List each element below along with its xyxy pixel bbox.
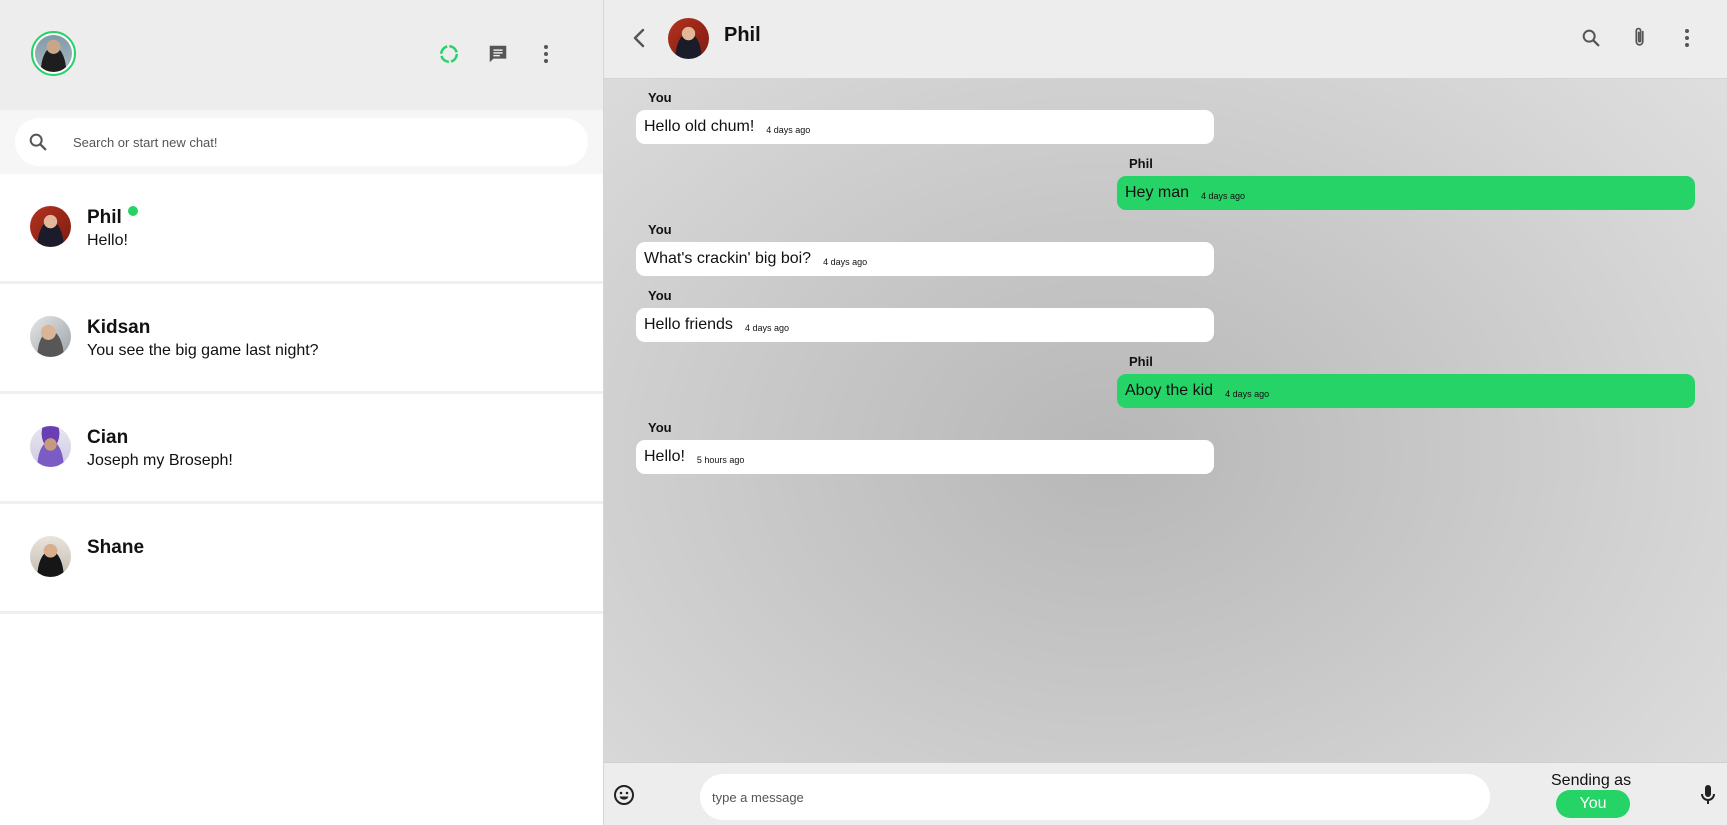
message-sender: You	[648, 420, 672, 435]
message-bubble: What's crackin' big boi? 4 days ago	[636, 242, 1214, 276]
message-sender: You	[648, 90, 672, 105]
chat-item-shane[interactable]: Shane	[0, 504, 603, 614]
message-text: Hey man	[1125, 184, 1190, 201]
avatar	[30, 536, 71, 577]
message-sender: You	[648, 288, 672, 303]
contact-avatar[interactable]	[668, 18, 709, 59]
message-text: What's crackin' big boi?	[644, 250, 812, 267]
message-text: Hello old chum!	[644, 118, 755, 135]
my-avatar[interactable]	[31, 31, 76, 76]
chat-last-message: Joseph my Broseph!	[87, 452, 233, 469]
message-time: 4 days ago	[744, 322, 789, 333]
search-input[interactable]	[73, 130, 573, 154]
kebab-menu-icon[interactable]	[534, 42, 558, 66]
conversation-panel: Phil You Hello old chum! 4 days ago Phil…	[604, 0, 1727, 825]
conversation-header: Phil	[604, 0, 1727, 79]
message-bubble: Hello old chum! 4 days ago	[636, 110, 1214, 144]
online-indicator	[128, 206, 138, 216]
avatar	[30, 316, 71, 357]
status-icon[interactable]	[437, 42, 461, 66]
message-list: You Hello old chum! 4 days ago Phil Hey …	[604, 80, 1727, 762]
chat-name: Shane	[87, 537, 145, 558]
message-bubble: Aboy the kid 4 days ago	[1117, 374, 1695, 408]
message-bubble: Hello! 5 hours ago	[636, 440, 1214, 474]
chevron-left-icon[interactable]	[629, 26, 649, 50]
chat-list: Phil Hello! Kidsan You see the big game …	[0, 174, 603, 614]
chat-name: Phil	[87, 207, 122, 228]
message-input[interactable]	[712, 786, 1472, 808]
message-text: Aboy the kid	[1125, 382, 1214, 399]
search-bar	[0, 110, 603, 174]
new-chat-icon[interactable]	[486, 42, 510, 66]
search-icon[interactable]	[1579, 26, 1603, 50]
paperclip-icon[interactable]	[1628, 26, 1652, 50]
message-sender: Phil	[1129, 156, 1153, 171]
chat-last-message: You see the big game last night?	[87, 342, 319, 359]
kebab-menu-icon[interactable]	[1675, 26, 1699, 50]
chat-item-phil[interactable]: Phil Hello!	[0, 174, 603, 284]
message-sender: You	[648, 222, 672, 237]
chat-name: Cian	[87, 427, 129, 448]
message-time: 5 hours ago	[696, 454, 745, 465]
message-composer: Sending as You	[604, 762, 1727, 825]
message-time: 4 days ago	[1225, 388, 1270, 399]
message-text: Hello!	[644, 448, 685, 465]
search-icon	[29, 133, 47, 151]
message-text: Hello friends	[644, 316, 733, 333]
my-avatar-image	[35, 35, 72, 72]
message-bubble: Hey man 4 days ago	[1117, 176, 1695, 210]
message-time: 4 days ago	[1201, 190, 1246, 201]
chat-item-kidsan[interactable]: Kidsan You see the big game last night?	[0, 284, 603, 394]
microphone-icon[interactable]	[1698, 783, 1718, 807]
chat-last-message: Hello!	[87, 232, 128, 249]
avatar	[30, 426, 71, 467]
sidebar-header	[0, 0, 603, 110]
message-time: 4 days ago	[766, 124, 811, 135]
avatar	[30, 206, 71, 247]
message-sender: Phil	[1129, 354, 1153, 369]
chat-item-cian[interactable]: Cian Joseph my Broseph!	[0, 394, 603, 504]
chat-name: Kidsan	[87, 317, 151, 338]
search-box	[15, 118, 588, 166]
sending-as-label: Sending as	[1551, 772, 1632, 789]
sidebar: Phil Hello! Kidsan You see the big game …	[0, 0, 604, 825]
contact-name: Phil	[724, 24, 761, 46]
sending-as-button[interactable]: You	[1556, 790, 1630, 818]
message-time: 4 days ago	[823, 256, 868, 267]
message-input-box	[700, 774, 1490, 820]
emoji-icon[interactable]	[612, 783, 636, 807]
message-bubble: Hello friends 4 days ago	[636, 308, 1214, 342]
